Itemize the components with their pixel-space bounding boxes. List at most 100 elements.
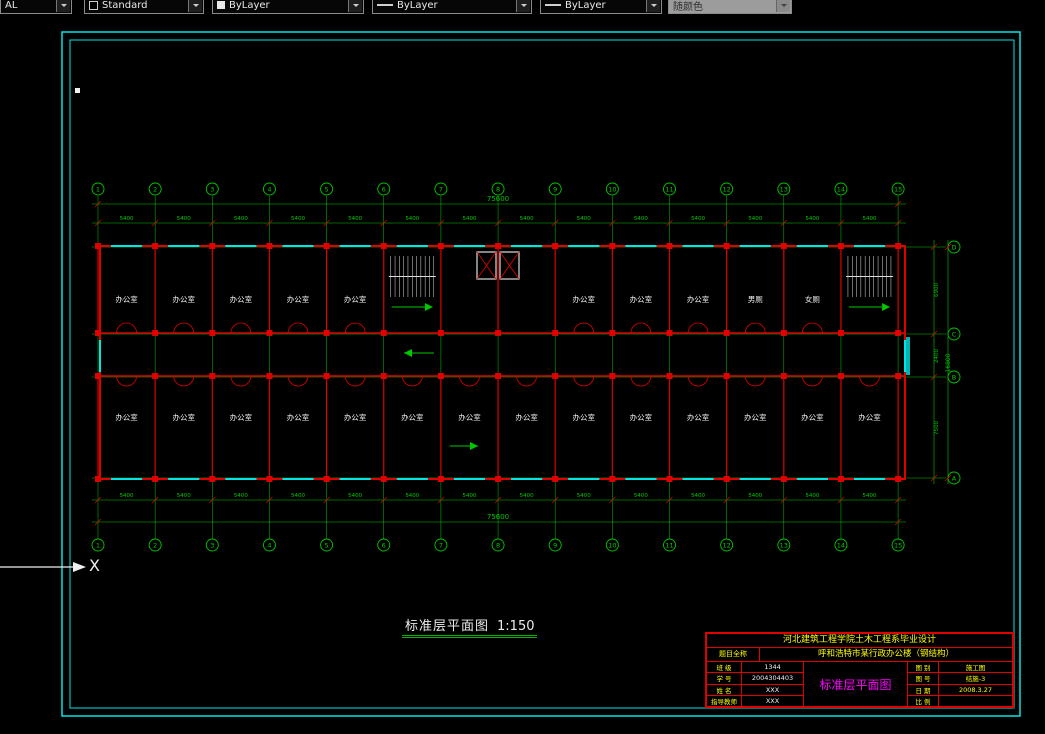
advisor-value: XXX	[765, 696, 780, 705]
text-style-combo[interactable]: Standard	[84, 0, 204, 14]
column	[95, 476, 101, 482]
titleblock-project-row: 题目全称 呼和浩特市某行政办公楼（钢结构）	[707, 648, 1012, 662]
dropdown-arrow-icon[interactable]	[646, 0, 660, 12]
table-row: 图 别 施工图	[908, 662, 1012, 674]
linetype-sample-icon	[377, 4, 393, 6]
column	[152, 243, 159, 249]
student-id-label: 学 号	[707, 673, 742, 684]
room-label: 办公室	[458, 412, 481, 422]
axis-letter: C	[952, 330, 957, 338]
plan-caption: 标准层平面图 1:150	[402, 615, 538, 638]
axis-letter: D	[951, 243, 956, 251]
dim-text: 5400	[577, 493, 591, 499]
class-value: 1344	[764, 663, 781, 672]
axis-number: 1	[96, 541, 100, 549]
dim-text: 6900	[934, 283, 940, 297]
room-label: 办公室	[115, 294, 138, 304]
room-label: 办公室	[115, 412, 138, 422]
axis-letter: B	[952, 373, 956, 381]
dim-text: 5400	[234, 493, 248, 499]
dim-text: 5400	[691, 216, 705, 222]
column	[837, 243, 844, 249]
room-label: 办公室	[344, 412, 367, 422]
axis-number: 8	[496, 541, 500, 549]
room-label: 办公室	[801, 412, 824, 422]
dim-text: 16800	[945, 353, 952, 372]
column	[152, 373, 159, 379]
layer-combo[interactable]: AL	[0, 0, 72, 14]
column	[209, 330, 216, 336]
dropdown-arrow-icon[interactable]	[56, 0, 70, 12]
column	[266, 373, 273, 379]
sheet-outer-frame	[61, 31, 1021, 717]
room-label: 办公室	[344, 294, 367, 304]
linetype-combo[interactable]: ByLayer	[372, 0, 532, 14]
axis-number: 6	[382, 541, 386, 549]
dim-text: 5400	[405, 493, 419, 499]
dropdown-arrow-icon[interactable]	[516, 0, 530, 12]
door-swing	[173, 322, 195, 334]
table-row: 图 号 结施-3	[908, 673, 1012, 685]
project-name: 呼和浩特市某行政办公楼（钢结构）	[817, 649, 954, 659]
table-row: 班 级 1344	[707, 662, 803, 674]
table-row: 学 号 2004304403	[707, 673, 803, 685]
dim-text: 5400	[177, 493, 191, 499]
dim-text: 5400	[348, 493, 362, 499]
dropdown-arrow-icon[interactable]	[188, 0, 202, 12]
door-swing	[287, 322, 309, 334]
lineweight-sample-icon	[545, 4, 561, 6]
axis-number: 9	[553, 541, 557, 549]
grip-dot[interactable]	[75, 88, 80, 93]
door-swing	[401, 375, 423, 387]
axis-number: 10	[608, 185, 616, 193]
column	[609, 476, 616, 482]
axis-number: 3	[210, 185, 214, 193]
dim-text: 5400	[120, 216, 134, 222]
toolbar: AL Standard ByLayer ByLayer ByLayer 随颜色	[0, 0, 1045, 14]
column	[552, 373, 559, 379]
room-label: 办公室	[515, 412, 538, 422]
column	[95, 243, 101, 249]
section-marker-arrow	[0, 562, 86, 572]
room-label: 办公室	[630, 294, 653, 304]
advisor-label: 指导教师	[707, 695, 742, 706]
column	[780, 330, 787, 336]
plan-walls	[99, 245, 910, 480]
column	[380, 243, 387, 249]
axis-number: 5	[325, 541, 329, 549]
dim-text: 5400	[805, 216, 819, 222]
column	[723, 476, 730, 482]
color-combo[interactable]: ByLayer	[212, 0, 364, 14]
plan-caption-scale: 1:150	[497, 619, 535, 634]
door-swing	[287, 375, 309, 387]
project-label: 题目全称	[707, 648, 760, 661]
lineweight-combo[interactable]: ByLayer	[540, 0, 662, 14]
door-swing	[116, 322, 137, 334]
right-wall-detail	[906, 337, 910, 375]
column	[552, 476, 559, 482]
scale-value	[939, 696, 1012, 706]
column	[437, 330, 444, 336]
dim-text: 5400	[805, 493, 819, 499]
column	[495, 476, 502, 482]
plotstyle-combo: 随颜色	[668, 0, 792, 14]
table-row: 日 期 2008.3.27	[908, 684, 1012, 696]
dim-text: 5400	[748, 216, 762, 222]
titleblock-right-table: 图 别 施工图 图 号 结施-3 日 期 2008.3.27 比 例	[908, 662, 1012, 706]
text-style-combo-value: Standard	[102, 0, 148, 11]
room-label: 办公室	[573, 294, 596, 304]
column	[895, 243, 902, 249]
door-swing	[344, 322, 366, 334]
column	[552, 330, 559, 336]
column	[666, 330, 673, 336]
column	[895, 373, 902, 379]
stair	[388, 256, 436, 311]
axis-number: 13	[780, 541, 788, 549]
axis-number: 11	[665, 541, 673, 549]
column	[495, 373, 502, 379]
dropdown-arrow-icon[interactable]	[348, 0, 362, 12]
drawing-no-value: 结施-3	[965, 675, 986, 684]
door-swing	[744, 375, 766, 387]
column	[323, 373, 330, 379]
axis-number: 7	[439, 185, 443, 193]
